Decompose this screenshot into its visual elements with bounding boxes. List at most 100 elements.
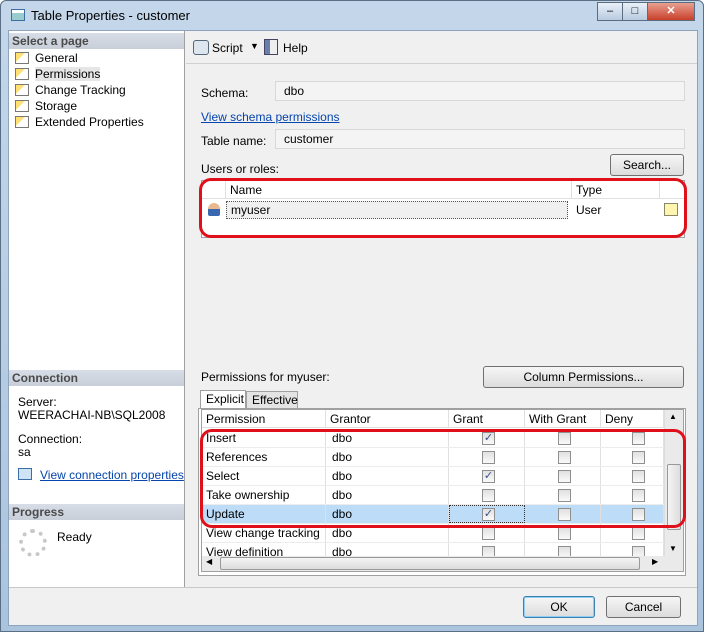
column-header-type[interactable]: Type <box>572 181 660 198</box>
column-header-grant[interactable]: Grant <box>449 410 525 427</box>
permission-name: Select <box>202 467 326 485</box>
sidebar-item-label: Extended Properties <box>35 115 144 129</box>
permissions-for-label: Permissions for myuser: <box>201 370 330 384</box>
deny-checkbox[interactable] <box>632 508 645 521</box>
permission-row[interactable]: Take ownership dbo <box>202 486 664 505</box>
with-grant-checkbox[interactable] <box>558 432 571 445</box>
window: Table Properties - customer – □ ✕ Select… <box>0 0 704 632</box>
permission-row[interactable]: View change tracking dbo <box>202 524 664 543</box>
server-value: WEERACHAI-NB\SQL2008 <box>18 408 166 422</box>
permission-row[interactable]: References dbo <box>202 448 664 467</box>
table-name-field: customer <box>275 129 685 149</box>
sidebar-item-extended-properties[interactable]: Extended Properties <box>13 114 144 130</box>
dialog-body: Select a page General Permissions Change T… <box>8 30 698 626</box>
toolbar: Script ▼ Help <box>186 31 697 64</box>
grantor: dbo <box>326 448 449 466</box>
grant-checkbox[interactable]: ✓ <box>482 432 495 445</box>
table-icon <box>11 9 25 21</box>
with-grant-checkbox[interactable] <box>558 527 571 540</box>
scroll-left-icon[interactable]: ◀ <box>206 557 212 566</box>
deny-checkbox[interactable] <box>632 432 645 445</box>
horizontal-scroll-thumb[interactable] <box>220 557 640 570</box>
connection-properties-icon <box>18 468 32 480</box>
permission-row[interactable]: Insert dbo ✓ <box>202 429 664 448</box>
search-button[interactable]: Search... <box>610 154 684 176</box>
properties-page-icon <box>15 116 29 128</box>
vertical-scroll-thumb[interactable] <box>667 464 681 530</box>
permission-name: Take ownership <box>202 486 326 504</box>
user-type: User <box>576 203 602 217</box>
grantor: dbo <box>326 486 449 504</box>
view-connection-properties-link[interactable]: View connection properties <box>40 468 184 482</box>
scroll-up-icon[interactable]: ▲ <box>669 412 677 421</box>
permissions-grid: Permission Grantor Grant With Grant Deny… <box>201 409 684 572</box>
scroll-right-icon[interactable]: ▶ <box>652 557 658 566</box>
select-page-header: Select a page <box>9 33 184 49</box>
progress-header: Progress <box>9 504 184 520</box>
cancel-button[interactable]: Cancel <box>606 596 681 618</box>
permission-name: References <box>202 448 326 466</box>
grantor: dbo <box>326 524 449 542</box>
script-dropdown-arrow-icon[interactable]: ▼ <box>250 41 259 51</box>
window-title: Table Properties - customer <box>31 8 190 23</box>
tab-effective[interactable]: Effective <box>246 391 298 409</box>
properties-page-icon <box>15 100 29 112</box>
left-pane: Select a page General Permissions Change T… <box>9 31 185 587</box>
properties-page-icon <box>15 52 29 64</box>
permission-name: Update <box>202 505 326 523</box>
permission-name: View change tracking <box>202 524 326 542</box>
progress-status: Ready <box>57 530 92 544</box>
permission-row[interactable]: Update dbo ✓ <box>202 505 664 524</box>
sidebar-item-label: Permissions <box>35 67 101 81</box>
close-button[interactable]: ✕ <box>647 2 695 21</box>
script-icon <box>193 40 209 55</box>
column-header-deny[interactable]: Deny <box>601 410 664 427</box>
title-bar[interactable]: Table Properties - customer – □ ✕ <box>1 1 703 30</box>
column-header-with-grant[interactable]: With Grant <box>525 410 601 427</box>
deny-checkbox[interactable] <box>632 527 645 540</box>
horizontal-scrollbar[interactable]: ◀ ▶ <box>202 556 683 571</box>
user-row[interactable]: myuser User <box>202 200 684 220</box>
user-icon <box>208 203 220 216</box>
grant-checkbox[interactable]: ✓ <box>482 470 495 483</box>
grant-checkbox[interactable] <box>482 451 495 464</box>
with-grant-checkbox[interactable] <box>558 489 571 502</box>
sidebar-item-storage[interactable]: Storage <box>13 98 77 114</box>
vertical-scrollbar[interactable]: ▲ ▼ <box>664 410 683 556</box>
grant-checkbox[interactable] <box>482 489 495 502</box>
column-permissions-button[interactable]: Column Permissions... <box>483 366 684 388</box>
deny-checkbox[interactable] <box>632 451 645 464</box>
column-header-name[interactable]: Name <box>226 181 572 198</box>
maximize-button[interactable]: □ <box>622 2 648 21</box>
deny-checkbox[interactable] <box>632 470 645 483</box>
view-schema-permissions-link[interactable]: View schema permissions <box>201 110 340 124</box>
permission-row[interactable]: Select dbo ✓ <box>202 467 664 486</box>
edit-icon[interactable] <box>664 203 678 216</box>
column-header-permission[interactable]: Permission <box>202 410 326 427</box>
with-grant-checkbox[interactable] <box>558 470 571 483</box>
with-grant-checkbox[interactable] <box>558 508 571 521</box>
ok-button[interactable]: OK <box>523 596 595 618</box>
tab-explicit[interactable]: Explicit <box>200 390 246 409</box>
grant-checkbox[interactable]: ✓ <box>482 508 495 521</box>
minimize-button[interactable]: – <box>597 2 623 21</box>
scroll-down-icon[interactable]: ▼ <box>669 544 677 553</box>
grantor: dbo <box>326 467 449 485</box>
schema-field: dbo <box>275 81 685 101</box>
users-grid: Name Type myuser User <box>201 180 685 238</box>
sidebar-item-general[interactable]: General <box>13 50 78 66</box>
help-button[interactable]: Help <box>283 41 308 55</box>
users-or-roles-label: Users or roles: <box>201 162 280 176</box>
with-grant-checkbox[interactable] <box>558 451 571 464</box>
script-button[interactable]: Script <box>212 41 243 55</box>
help-icon <box>264 39 278 55</box>
deny-checkbox[interactable] <box>632 489 645 502</box>
sidebar-item-change-tracking[interactable]: Change Tracking <box>13 82 126 98</box>
grant-checkbox[interactable] <box>482 527 495 540</box>
sidebar-item-permissions[interactable]: Permissions <box>13 66 101 82</box>
connection-label: Connection: <box>18 432 83 446</box>
permissions-grid-header: Permission Grantor Grant With Grant Deny <box>202 410 664 428</box>
grantor: dbo <box>326 429 449 447</box>
column-header-grantor[interactable]: Grantor <box>326 410 449 427</box>
sidebar-item-label: Storage <box>35 99 78 113</box>
